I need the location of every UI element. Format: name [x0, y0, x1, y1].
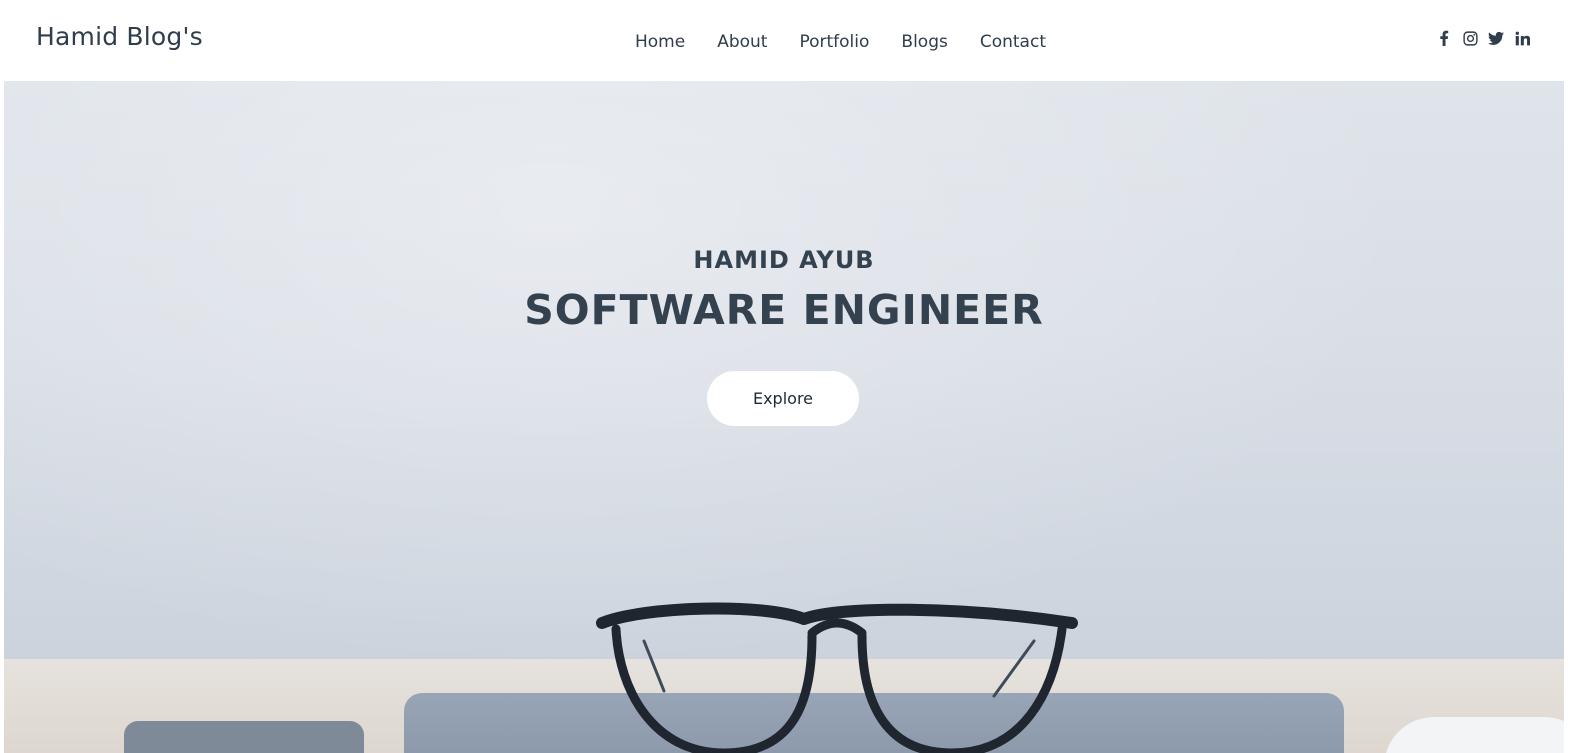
main-nav: Home About Portfolio Blogs Contact — [635, 32, 1078, 52]
top-navbar: Hamid Blog's Home About Portfolio Blogs … — [0, 0, 1576, 81]
hero-title: SOFTWARE ENGINEER — [524, 286, 1044, 334]
nav-link-home[interactable]: Home — [635, 32, 685, 52]
twitter-icon — [1488, 31, 1504, 45]
nav-link-portfolio[interactable]: Portfolio — [799, 32, 869, 52]
facebook-link[interactable] — [1436, 28, 1452, 48]
nav-link-blogs[interactable]: Blogs — [901, 32, 947, 52]
nav-link-about[interactable]: About — [717, 32, 767, 52]
instagram-icon — [1462, 30, 1478, 46]
hero-section: HAMID AYUB SOFTWARE ENGINEER Explore — [4, 81, 1564, 753]
nav-item-home: Home — [635, 32, 717, 52]
nav-item-blogs: Blogs — [901, 32, 979, 52]
linkedin-link[interactable] — [1514, 28, 1530, 48]
explore-button[interactable]: Explore — [707, 371, 859, 426]
facebook-icon — [1440, 30, 1449, 46]
brand-logo-text[interactable]: Hamid Blog's — [36, 22, 203, 51]
twitter-link[interactable] — [1488, 28, 1504, 48]
instagram-link[interactable] — [1462, 28, 1478, 48]
linkedin-icon — [1515, 31, 1530, 45]
hero-name: HAMID AYUB — [693, 246, 875, 274]
nav-link-contact[interactable]: Contact — [980, 32, 1046, 52]
nav-item-contact: Contact — [980, 32, 1078, 52]
nav-item-portfolio: Portfolio — [799, 32, 901, 52]
social-links — [1436, 28, 1530, 48]
nav-item-about: About — [717, 32, 799, 52]
